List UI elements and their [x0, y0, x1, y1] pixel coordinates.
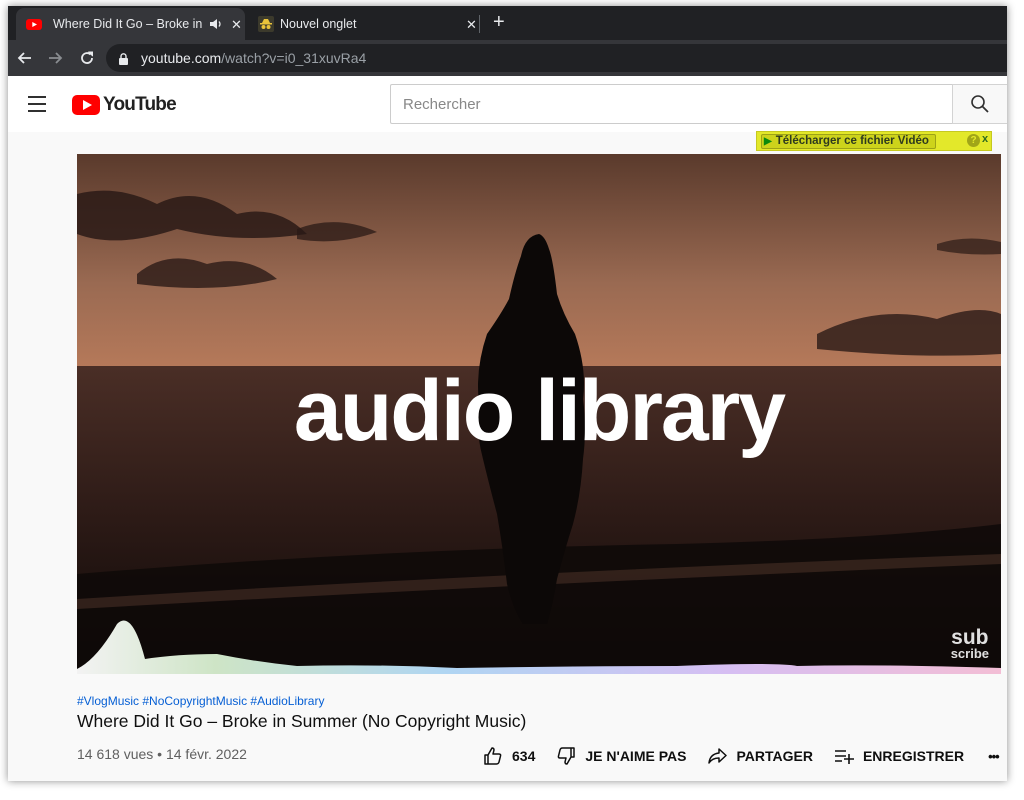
forward-arrow-icon[interactable] [45, 48, 65, 68]
like-button[interactable]: 634 [483, 746, 535, 766]
tab-title: Nouvel onglet [280, 17, 357, 31]
playlist-add-icon [834, 750, 854, 764]
download-label: Télécharger ce fichier Vidéo [775, 135, 929, 147]
incognito-favicon-icon [258, 16, 274, 35]
save-label: ENREGISTRER [862, 748, 965, 764]
subscribe-watermark[interactable]: sub scribe [950, 627, 989, 662]
back-arrow-icon[interactable] [15, 48, 35, 68]
youtube-favicon-icon [26, 19, 42, 33]
share-button[interactable]: PARTAGER [707, 746, 813, 766]
download-video-button[interactable]: ▶ Télécharger ce fichier Vidéo [761, 133, 936, 149]
help-icon[interactable]: ? [967, 134, 980, 147]
subscribe-line2: scribe [950, 646, 989, 662]
dislike-button[interactable]: JE N'AIME PAS [556, 746, 686, 766]
tab-new[interactable]: Nouvel onglet ✕ [248, 8, 478, 40]
tab-title: Where Did It Go – Broke in Summer (No Co… [53, 17, 204, 31]
search-icon [971, 95, 989, 113]
more-actions-icon[interactable]: ••• [988, 749, 1000, 764]
play-triangle-icon: ▶ [764, 135, 772, 147]
tab-separator [479, 15, 480, 33]
tab-strip: Where Did It Go – Broke in Summer (No Co… [8, 6, 1007, 40]
tab-close-icon[interactable]: ✕ [466, 18, 477, 31]
youtube-play-logo-icon [72, 95, 100, 115]
share-label: PARTAGER [736, 748, 813, 764]
tab-audio-icon[interactable] [209, 18, 223, 33]
url-path: /watch?v=i0_31xuvRa4 [221, 50, 367, 66]
like-count: 634 [512, 748, 536, 764]
search-box[interactable] [390, 84, 952, 124]
tab-close-icon[interactable]: ✕ [231, 18, 242, 31]
video-hashtags[interactable]: #VlogMusic #NoCopyrightMusic #AudioLibra… [77, 694, 324, 708]
browser-window: Where Did It Go – Broke in Summer (No Co… [8, 6, 1007, 781]
menu-hamburger-icon[interactable] [28, 96, 48, 112]
share-arrow-icon [708, 748, 728, 764]
youtube-logo[interactable]: YouTube [72, 94, 177, 116]
reload-icon[interactable] [77, 48, 97, 68]
thumbnail-brand-text: audio library [293, 363, 786, 459]
youtube-logo-text: YouTube [103, 94, 177, 115]
youtube-header: YouTube [8, 76, 1007, 132]
thumbs-up-icon [484, 747, 502, 765]
video-player[interactable]: audio library sub scribe [77, 154, 1001, 674]
video-meta: 14 618 vues • 14 févr. 2022 [77, 746, 247, 762]
save-button[interactable]: ENREGISTRER [834, 746, 964, 766]
url-text: youtube.com/watch?v=i0_31xuvRa4 [141, 50, 366, 66]
video-actions: 634 JE N'AIME PAS PARTAGER ENREGISTRER •… [483, 744, 1000, 768]
dislike-label: JE N'AIME PAS [585, 748, 687, 764]
thumbs-down-icon [558, 747, 576, 765]
address-bar[interactable]: youtube.com/watch?v=i0_31xuvRa4 [106, 44, 1007, 72]
lock-icon [119, 52, 128, 70]
video-download-bar: ▶ Télécharger ce fichier Vidéo ? x [756, 131, 992, 151]
search-input[interactable] [391, 85, 952, 123]
browser-toolbar: youtube.com/watch?v=i0_31xuvRa4 [8, 40, 1007, 76]
close-download-bar-icon[interactable]: x [982, 133, 992, 147]
video-title: Where Did It Go – Broke in Summer (No Co… [77, 711, 527, 731]
url-host: youtube.com [141, 50, 222, 66]
new-tab-plus-icon[interactable]: + [493, 12, 505, 32]
search-button[interactable] [952, 84, 1007, 124]
tab-youtube[interactable]: Where Did It Go – Broke in Summer (No Co… [16, 8, 245, 40]
